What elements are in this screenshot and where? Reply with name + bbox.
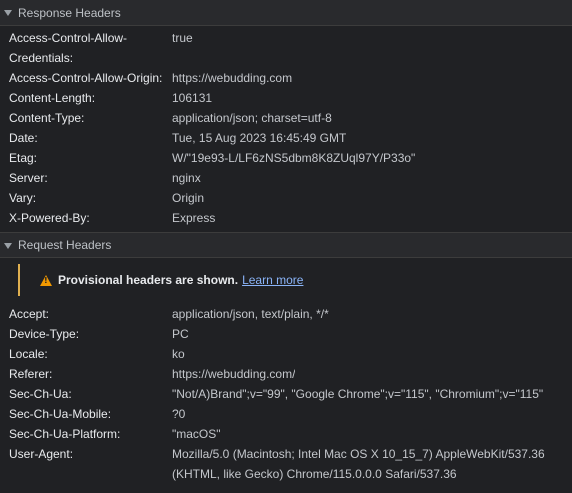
header-value: https://webudding.com [172, 71, 293, 85]
header-value: ko [172, 347, 185, 361]
header-value: W/"19e93-L/LF6zNS5dbm8K8ZUql97Y/P33o" [172, 151, 416, 165]
section-title: Request Headers [18, 238, 112, 252]
section-title: Response Headers [18, 5, 121, 20]
header-name: Sec-Ch-Ua-Mobile: [9, 407, 112, 421]
header-value: "Not/A)Brand";v="99", "Google Chrome";v=… [172, 387, 544, 401]
header-name: Content-Length: [9, 91, 96, 105]
provisional-headers-notice: Provisional headers are shown. Learn mor… [18, 264, 572, 296]
header-name: Access-Control-Allow-Credentials: [9, 31, 128, 65]
header-name: Locale: [9, 347, 48, 361]
header-value: true [172, 31, 193, 45]
header-row: Etag: W/"19e93-L/LF6zNS5dbm8K8ZUql97Y/P3… [0, 148, 572, 168]
header-name: Sec-Ch-Ua: [9, 387, 72, 401]
header-name: Device-Type: [9, 327, 80, 341]
warning-icon [40, 274, 52, 286]
header-row: Sec-Ch-Ua-Platform: "macOS" [0, 424, 572, 444]
header-value: https://webudding.com/ [172, 367, 296, 381]
header-row: Content-Type: application/json; charset=… [0, 108, 572, 128]
header-row: Access-Control-Allow-Origin: https://web… [0, 68, 572, 88]
triangle-down-icon[interactable] [4, 10, 12, 16]
learn-more-link[interactable]: Learn more [242, 273, 303, 287]
header-name: User-Agent: [9, 447, 74, 461]
header-value: application/json, text/plain, */* [172, 307, 329, 321]
header-name: Sec-Ch-Ua-Platform: [9, 427, 121, 441]
header-name: Accept: [9, 307, 50, 321]
request-headers-section-header[interactable]: Request Headers [0, 232, 572, 258]
header-value: Origin [172, 191, 205, 205]
header-row: X-Powered-By: Express [0, 208, 572, 228]
header-row: Device-Type: PC [0, 324, 572, 344]
header-value: Mozilla/5.0 (Macintosh; Intel Mac OS X 1… [172, 447, 545, 481]
header-name: Access-Control-Allow-Origin: [9, 71, 163, 85]
request-headers-list: Accept: application/json, text/plain, */… [0, 302, 572, 488]
header-row: Content-Length: 106131 [0, 88, 572, 108]
header-value: "macOS" [172, 427, 221, 441]
header-name: Etag: [9, 151, 38, 165]
header-value: application/json; charset=utf-8 [172, 111, 332, 125]
header-value: Tue, 15 Aug 2023 16:45:49 GMT [172, 131, 347, 145]
header-row: Access-Control-Allow-Credentials: true [0, 28, 572, 68]
response-headers-section-header[interactable]: Response Headers [0, 0, 572, 26]
header-value: PC [172, 327, 189, 341]
header-row: Server: nginx [0, 168, 572, 188]
header-row: Vary: Origin [0, 188, 572, 208]
header-row: Date: Tue, 15 Aug 2023 16:45:49 GMT [0, 128, 572, 148]
header-value: nginx [172, 171, 201, 185]
header-name: Referer: [9, 367, 53, 381]
notice-text: Provisional headers are shown. [58, 273, 239, 287]
header-value: 106131 [172, 91, 213, 105]
header-row: Referer: https://webudding.com/ [0, 364, 572, 384]
header-row: User-Agent: Mozilla/5.0 (Macintosh; Inte… [0, 444, 572, 484]
header-value: ?0 [172, 407, 186, 421]
header-row: Accept: application/json, text/plain, */… [0, 304, 572, 324]
response-headers-list: Access-Control-Allow-Credentials: true A… [0, 26, 572, 232]
header-name: Vary: [9, 191, 37, 205]
header-value: Express [172, 211, 216, 225]
header-name: X-Powered-By: [9, 211, 90, 225]
triangle-down-icon[interactable] [4, 242, 12, 249]
header-name: Content-Type: [9, 111, 85, 125]
header-name: Server: [9, 171, 48, 185]
headers-panel: Response Headers Access-Control-Allow-Cr… [0, 0, 572, 493]
header-name: Date: [9, 131, 38, 145]
header-row: Sec-Ch-Ua: "Not/A)Brand";v="99", "Google… [0, 384, 572, 404]
header-row: Sec-Ch-Ua-Mobile: ?0 [0, 404, 572, 424]
header-row: Locale: ko [0, 344, 572, 364]
